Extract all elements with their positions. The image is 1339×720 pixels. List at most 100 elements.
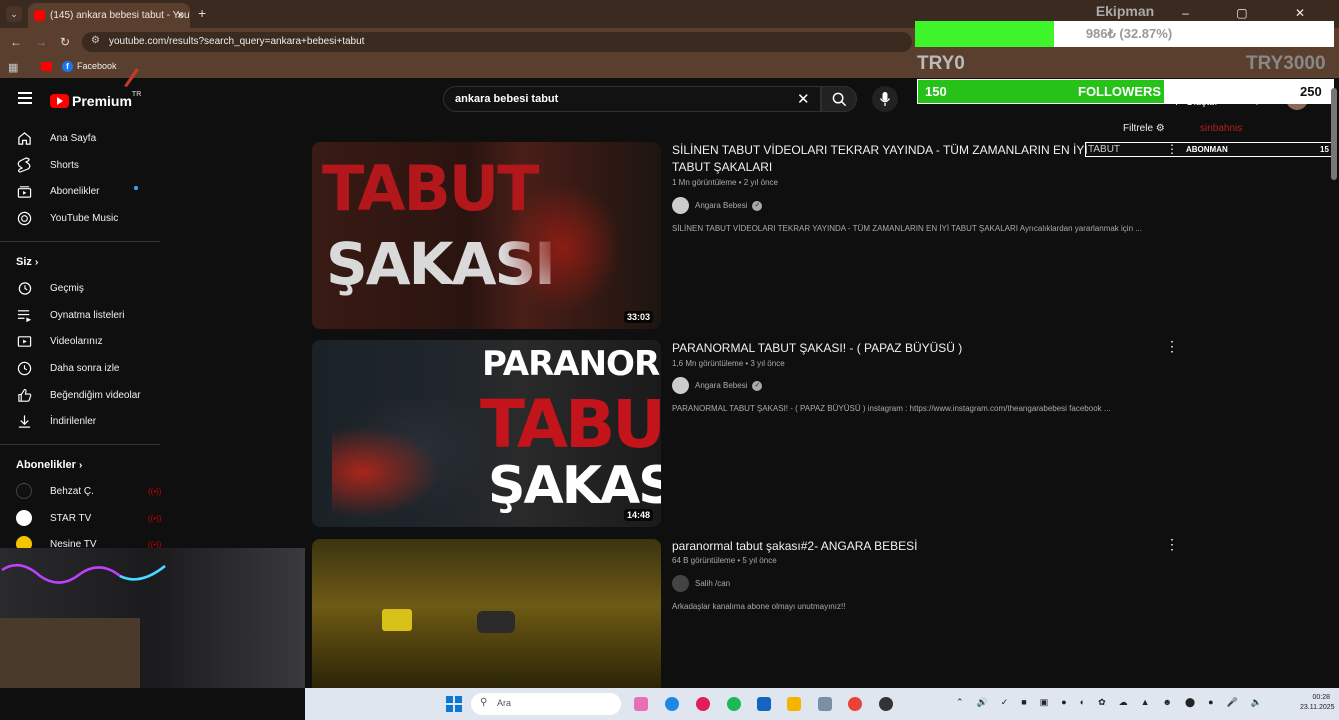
chrome-icon[interactable] xyxy=(848,697,862,711)
voice-search-button[interactable] xyxy=(872,86,898,112)
donation-goal-text: 986₺ (32.87%) xyxy=(1085,26,1173,41)
subscriber-goal-count: 15 xyxy=(1320,145,1329,154)
sidebar-item-label: Oynatma listeleri xyxy=(50,309,125,321)
subscriber-goal-label: ABONMAN xyxy=(1186,145,1228,154)
sidebar-item-history[interactable]: Geçmiş xyxy=(16,275,161,301)
followers-start: 150 xyxy=(925,84,947,99)
video-thumbnail[interactable]: TABUT ŞAKASI 33:03 xyxy=(312,142,661,329)
channel-avatar xyxy=(672,575,689,592)
back-arrow-icon[interactable]: ← xyxy=(10,35,22,49)
video-thumbnail[interactable]: PARANORMAL TABUT ŞAKASI 14:48 xyxy=(312,340,661,527)
copilot-icon[interactable] xyxy=(634,697,648,711)
thumbnail-text-bottom: ŞAKASI xyxy=(488,456,661,516)
site-info-icon[interactable]: ⚙ xyxy=(91,35,100,46)
tab-search-button[interactable]: ⌄ xyxy=(6,6,22,22)
thumbnail-vehicle xyxy=(382,609,412,631)
more-options-icon[interactable]: ⋮ xyxy=(1165,536,1179,553)
more-options-icon[interactable]: ⋮ xyxy=(1165,338,1179,355)
subscription-item[interactable]: STAR TV ((•)) xyxy=(16,505,161,531)
sidebar-item-watch-later[interactable]: Daha sonra izle xyxy=(16,355,161,381)
page-scrollbar[interactable] xyxy=(1331,88,1337,180)
sidebar-item-your-videos[interactable]: Videolarınız xyxy=(16,328,161,354)
followers-label: FOLLOWERS xyxy=(1078,84,1162,99)
clear-search-icon[interactable]: ✕ xyxy=(797,90,810,108)
store-icon[interactable] xyxy=(757,697,771,711)
tab-close-icon[interactable]: × xyxy=(177,8,184,22)
search-input[interactable]: ankara bebesi tabut xyxy=(443,86,821,112)
sidebar-divider xyxy=(0,444,160,445)
chevron-right-icon: › xyxy=(78,460,83,471)
system-tray-icons[interactable]: ⌃🔊✓■▣●◐✿☁▲☻⬤●🎤🔈 xyxy=(956,697,1275,708)
windows-start-icon[interactable] xyxy=(446,696,462,712)
playlists-icon xyxy=(16,307,32,323)
sidebar-item-playlists[interactable]: Oynatma listeleri xyxy=(16,302,161,328)
video-description: SİLİNEN TABUT VİDEOLARI TEKRAR YAYINDA -… xyxy=(672,224,1142,233)
menu-hamburger-icon[interactable] xyxy=(18,92,32,104)
spotify-icon[interactable] xyxy=(727,697,741,711)
video-title[interactable]: PARANORMAL TABUT ŞAKASI! - ( PAPAZ BÜYÜS… xyxy=(672,340,1092,357)
channel-link[interactable]: Salih /can xyxy=(672,575,730,592)
facebook-icon: f xyxy=(62,61,73,72)
taskbar-clock[interactable]: 00:28 23.11.2025 xyxy=(1300,693,1335,713)
goal-title: Ekipman xyxy=(1095,3,1155,19)
filter-button[interactable]: Filtrele ⚙ xyxy=(1123,123,1165,134)
new-tab-button[interactable]: + xyxy=(198,5,206,21)
verified-icon: ✓ xyxy=(752,200,763,211)
taskbar-search-placeholder: Ara xyxy=(497,698,512,708)
bookmark-facebook[interactable]: f Facebook xyxy=(62,61,117,72)
sidebar-subscriptions-heading[interactable]: Abonelikler › xyxy=(16,459,82,471)
history-icon xyxy=(16,280,32,296)
settings-icon[interactable] xyxy=(818,697,832,711)
sidebar-item-subscriptions[interactable]: Abonelikler xyxy=(16,178,161,204)
sidebar-item-shorts[interactable]: Shorts xyxy=(16,152,161,178)
url-text: youtube.com/results?search_query=ankara+… xyxy=(109,36,365,47)
music-player-icon[interactable] xyxy=(696,697,710,711)
browser-tab-active[interactable]: (145) ankara bebesi tabut - YouTube × xyxy=(28,3,190,28)
search-button[interactable] xyxy=(821,86,857,112)
youtube-logo-icon xyxy=(50,94,69,108)
reload-icon[interactable]: ↻ xyxy=(60,35,70,49)
sidebar-divider xyxy=(0,241,160,242)
youtube-favicon-icon xyxy=(34,10,45,21)
logo-region: TR xyxy=(131,91,142,98)
video-thumbnail[interactable] xyxy=(312,539,661,688)
search-icon xyxy=(832,92,847,107)
download-icon xyxy=(16,413,32,429)
subscriptions-icon xyxy=(16,183,32,199)
sidebar-item-label: Beğendiğim videolar xyxy=(50,389,141,401)
you-heading-label: Siz xyxy=(16,256,32,268)
thumbnail-text-mid: TABUT xyxy=(480,386,661,463)
more-options-icon[interactable]: ⋮ xyxy=(1166,142,1178,156)
subscription-item[interactable]: Behzat Ç. ((•)) xyxy=(16,478,161,504)
sidebar-item-home[interactable]: Ana Sayfa xyxy=(16,125,161,151)
sidebar-item-label: YouTube Music xyxy=(50,212,119,224)
bookmark-youtube-icon[interactable] xyxy=(41,62,52,71)
apps-grid-icon[interactable]: ▦ xyxy=(8,61,18,74)
sidebar-you-heading[interactable]: Siz › xyxy=(16,256,38,268)
video-description: PARANORMAL TABUT ŞAKASI! - ( PAPAZ BÜYÜS… xyxy=(672,404,1111,413)
sidebar-item-downloads[interactable]: İndirilenler xyxy=(16,408,161,434)
channel-link[interactable]: Angara Bebesi ✓ xyxy=(672,377,763,394)
channel-avatar xyxy=(672,197,689,214)
filter-label: Filtrele xyxy=(1123,123,1154,134)
video-title[interactable]: SİLİNEN TABUT VİDEOLARI TEKRAR YAYINDA -… xyxy=(672,142,1092,176)
filter-icon: ⚙ xyxy=(1155,123,1165,134)
channel-link[interactable]: Angara Bebesi ✓ xyxy=(672,197,763,214)
sidebar-item-youtube-music[interactable]: YouTube Music xyxy=(16,205,161,231)
sidebar-item-liked-videos[interactable]: Beğendiğim videolar xyxy=(16,382,161,408)
followers-end: 250 xyxy=(1300,84,1322,99)
video-title[interactable]: paranormal tabut şakası#2- ANGARA BEBESİ xyxy=(672,538,1092,555)
edge-icon[interactable] xyxy=(665,697,679,711)
file-explorer-icon[interactable] xyxy=(787,697,801,711)
obs-icon[interactable] xyxy=(879,697,893,711)
channel-name: Angara Bebesi xyxy=(695,381,748,390)
video-meta: 1,6 Mn görüntüleme • 3 yıl önce xyxy=(672,359,785,368)
address-bar[interactable]: ⚙ youtube.com/results?search_query=ankar… xyxy=(82,32,912,52)
thumbnail-figures xyxy=(332,400,482,520)
forward-arrow-icon[interactable]: → xyxy=(35,35,47,49)
live-icon: ((•)) xyxy=(148,487,162,496)
pen-cursor-icon xyxy=(124,68,139,87)
taskbar-search-input[interactable]: ⚲ Ara xyxy=(471,693,621,715)
thumbnail-text-top: PARANORMAL xyxy=(482,344,661,384)
youtube-premium-logo[interactable]: PremiumTR xyxy=(50,91,141,109)
